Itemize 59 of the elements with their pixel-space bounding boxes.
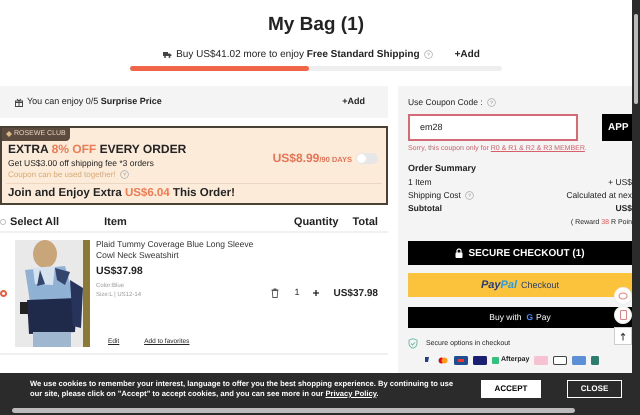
column-header: Item bbox=[104, 214, 127, 230]
coupon-field[interactable]: em28 bbox=[408, 114, 578, 141]
item-checkbox[interactable] bbox=[0, 290, 7, 296]
help-icon bbox=[486, 98, 496, 107]
product-name: Plaid Tummy Coverage Blue Long Sleeve Cowl Neck Sweatshirt bbox=[96, 239, 254, 261]
trash-icon[interactable] bbox=[271, 288, 280, 298]
add-surprise-button[interactable]: +Add bbox=[342, 95, 365, 109]
help-icon bbox=[464, 190, 474, 200]
shipping-message: Buy US$41.02 more to enjoy Free Standard Shipping bbox=[176, 48, 420, 62]
gift-icon bbox=[15, 98, 23, 106]
summary-value: Calculated at nex bbox=[566, 188, 632, 202]
google-pay-button[interactable]: Buy with G Pay bbox=[408, 307, 632, 328]
card-icon bbox=[572, 356, 586, 365]
paypal-checkout-button[interactable]: PayPal Checkout bbox=[408, 273, 632, 298]
card-icon bbox=[454, 356, 468, 365]
accept-button[interactable]: ACCEPT bbox=[481, 380, 541, 398]
club-note: Coupon can be used together! bbox=[8, 169, 116, 180]
help-icon bbox=[120, 170, 129, 179]
select-all-checkbox[interactable] bbox=[0, 219, 6, 225]
summary-label: 1 Item bbox=[408, 176, 432, 189]
column-header: Total bbox=[352, 214, 378, 230]
coupon-label: Use Coupon Code : bbox=[408, 96, 483, 109]
lock-icon bbox=[455, 248, 464, 258]
arrow-up-icon bbox=[620, 332, 626, 340]
card-icon bbox=[553, 356, 568, 365]
diamond-icon bbox=[6, 131, 12, 138]
card-icon bbox=[437, 356, 449, 365]
summary-value: + US$ bbox=[608, 176, 632, 189]
apply-button[interactable]: APP bbox=[602, 114, 632, 141]
summary-label: Shipping Cost bbox=[408, 188, 461, 202]
product-price: US$37.98 bbox=[96, 264, 144, 279]
summary-value: US$ bbox=[615, 202, 632, 215]
surprise-message: You can enjoy 0/5 Surprise Price bbox=[27, 95, 162, 108]
increase-button[interactable]: + bbox=[312, 284, 320, 302]
horizontal-scrollbar[interactable] bbox=[0, 405, 640, 415]
select-all-label: Select All bbox=[10, 214, 60, 230]
summary-title: Order Summary bbox=[408, 162, 478, 176]
quantity-value: 1 bbox=[294, 286, 300, 300]
shield-icon bbox=[408, 338, 418, 350]
truck-icon bbox=[162, 50, 172, 59]
close-button[interactable]: CLOSE bbox=[567, 380, 622, 398]
add-button[interactable]: +Add bbox=[454, 47, 480, 62]
card-icon bbox=[591, 356, 600, 365]
club-headline: EXTRA 8% OFF EVERY ORDER bbox=[8, 142, 186, 157]
summary-label: Subtotal bbox=[408, 202, 442, 215]
back-to-top-button[interactable] bbox=[614, 327, 632, 345]
vertical-scrollbar[interactable] bbox=[632, 0, 640, 405]
club-subline: Get US$3.00 off shipping fee *3 orders bbox=[8, 157, 155, 169]
card-icon bbox=[534, 356, 548, 365]
page-title: My Bag (1) bbox=[266, 13, 366, 37]
item-total: US$37.98 bbox=[334, 286, 378, 300]
phone-icon bbox=[620, 310, 626, 320]
column-header: Quantity bbox=[294, 214, 339, 230]
club-join-text: Join and Enjoy Extra US$6.04 This Order! bbox=[7, 186, 236, 201]
card-icon bbox=[473, 356, 487, 365]
secure-checkout-button[interactable]: SECURE CHECKOUT (1) bbox=[408, 241, 632, 266]
help-icon bbox=[424, 50, 433, 59]
club-toggle[interactable] bbox=[356, 152, 378, 164]
chat-icon bbox=[618, 292, 628, 300]
